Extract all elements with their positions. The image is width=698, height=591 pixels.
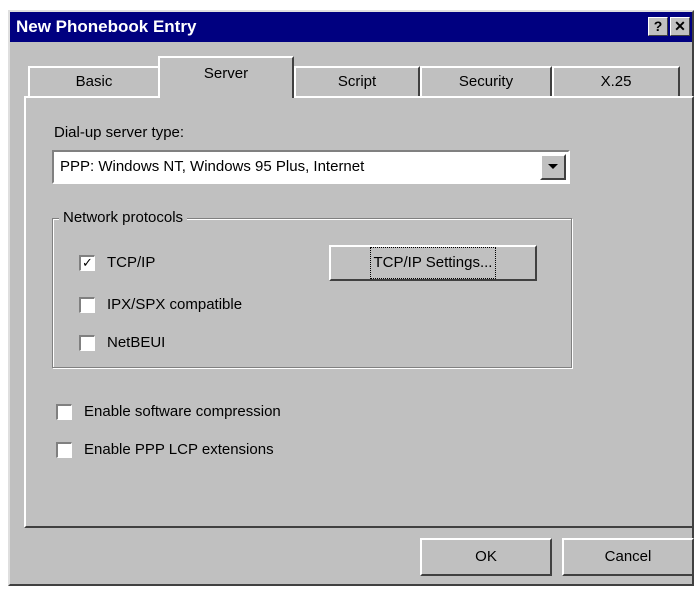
tab-x25[interactable]: X.25 <box>552 66 680 96</box>
ppp-lcp-checkbox[interactable] <box>56 442 72 458</box>
network-protocols-label: Network protocols <box>59 209 188 226</box>
software-compression-label: Enable software compression <box>84 403 281 420</box>
tab-basic[interactable]: Basic <box>28 66 160 96</box>
cancel-button[interactable]: Cancel <box>562 538 694 576</box>
title-bar[interactable]: New Phonebook Entry ? ✕ <box>10 12 692 42</box>
server-type-value: PPP: Windows NT, Windows 95 Plus, Intern… <box>60 158 365 175</box>
network-protocols-group: Network protocols ✓ TCP/IP IPX/SPX compa… <box>52 209 572 368</box>
phonebook-dialog: New Phonebook Entry ? ✕ Basic Server Scr… <box>8 10 694 586</box>
tab-server[interactable]: Server <box>158 56 294 98</box>
tcpip-settings-button[interactable]: TCP/IP Settings... <box>329 245 537 281</box>
tcpip-checkbox[interactable]: ✓ <box>79 255 95 271</box>
tcpip-settings-label: TCP/IP Settings... <box>369 247 497 279</box>
server-type-dropdown[interactable]: PPP: Windows NT, Windows 95 Plus, Intern… <box>52 150 570 184</box>
help-button[interactable]: ? <box>648 17 668 36</box>
tcpip-label: TCP/IP <box>107 254 156 271</box>
ok-button[interactable]: OK <box>420 538 552 576</box>
software-compression-checkbox[interactable] <box>56 404 72 420</box>
server-type-label: Dial-up server type: <box>54 124 185 141</box>
window-title: New Phonebook Entry <box>16 17 197 36</box>
close-button[interactable]: ✕ <box>670 17 690 36</box>
tab-strip: Basic Server Script Security X.25 <box>10 56 692 98</box>
netbeui-label: NetBEUI <box>107 334 166 351</box>
ipx-label: IPX/SPX compatible <box>107 296 243 313</box>
chevron-down-icon[interactable] <box>540 154 566 180</box>
ipx-checkbox[interactable] <box>79 297 95 313</box>
ppp-lcp-label: Enable PPP LCP extensions <box>84 441 274 458</box>
netbeui-checkbox[interactable] <box>79 335 95 351</box>
tab-script[interactable]: Script <box>294 66 420 96</box>
tab-security[interactable]: Security <box>420 66 552 96</box>
